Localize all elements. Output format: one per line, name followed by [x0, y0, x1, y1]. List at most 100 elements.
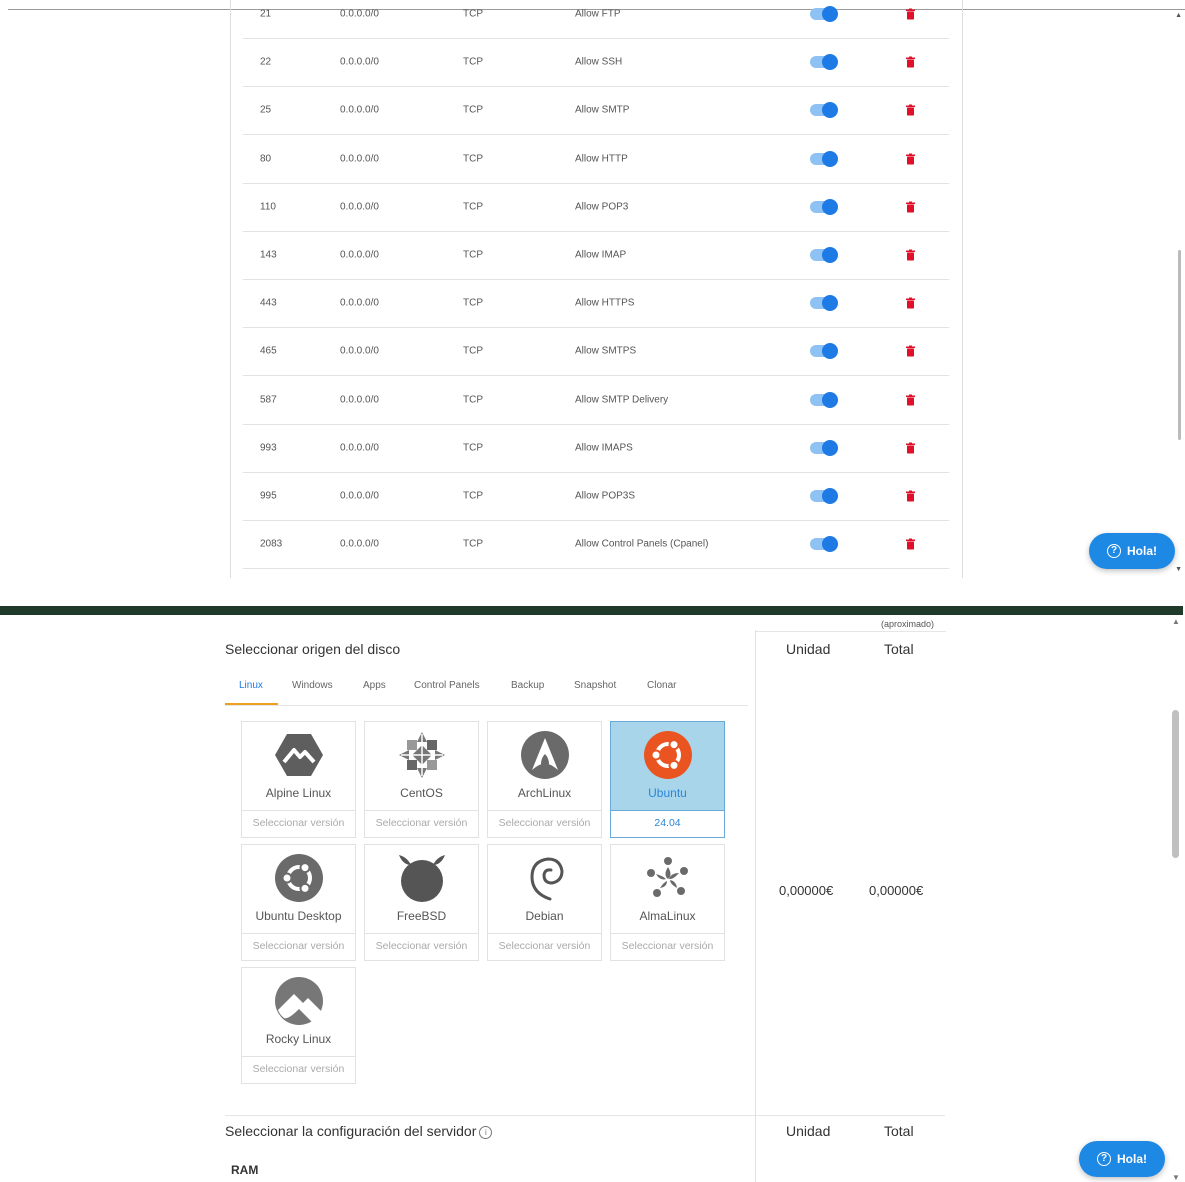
rule-source: 0.0.0.0/0: [340, 297, 379, 309]
unit-column-header: Unidad: [786, 641, 831, 657]
rule-enabled-toggle[interactable]: [810, 536, 838, 553]
trash-icon[interactable]: [906, 538, 915, 550]
firewall-rule-row: 995 0.0.0.0/0 TCP Allow POP3S: [243, 472, 949, 521]
firewall-rule-row: 80 0.0.0.0/0 TCP Allow HTTP: [243, 135, 949, 184]
os-version-select[interactable]: 24.04: [610, 810, 725, 838]
rule-description: Allow SMTPS: [575, 345, 637, 357]
os-card-debian[interactable]: Debian Seleccionar versión: [487, 844, 602, 961]
firewall-rule-row: 993 0.0.0.0/0 TCP Allow IMAPS: [243, 424, 949, 473]
freebsd-logo-icon: [397, 853, 447, 903]
rule-source: 0.0.0.0/0: [340, 442, 379, 454]
tab-linux[interactable]: Linux: [239, 680, 263, 691]
os-card-freebsd[interactable]: FreeBSD Seleccionar versión: [364, 844, 479, 961]
os-name: Rocky Linux: [265, 1032, 332, 1046]
rule-source: 0.0.0.0/0: [340, 201, 379, 213]
tab-clonar[interactable]: Clonar: [647, 680, 676, 691]
tab-windows[interactable]: Windows: [292, 680, 333, 691]
rule-enabled-toggle[interactable]: [810, 102, 838, 119]
os-version-select[interactable]: Seleccionar versión: [487, 810, 602, 838]
firewall-rule-row: 443 0.0.0.0/0 TCP Allow HTTPS: [243, 279, 949, 329]
trash-icon[interactable]: [906, 56, 915, 68]
os-version-select[interactable]: Seleccionar versión: [487, 933, 602, 961]
rule-enabled-toggle[interactable]: [810, 439, 838, 456]
os-version-select[interactable]: Seleccionar versión: [241, 1056, 356, 1084]
rule-port: 22: [260, 56, 272, 68]
rule-port: 21: [260, 8, 272, 20]
rule-description: Allow FTP: [575, 8, 621, 20]
firewall-rule-row: 587 0.0.0.0/0 TCP Allow SMTP Delivery: [243, 376, 949, 425]
os-card-almalinux[interactable]: AlmaLinux Seleccionar versión: [610, 844, 725, 961]
trash-icon[interactable]: [906, 153, 915, 165]
tab-backup[interactable]: Backup: [511, 680, 544, 691]
scrollbar[interactable]: [1178, 0, 1182, 580]
disk-total-price: 0,00000€: [869, 883, 924, 898]
tab-control-panels[interactable]: Control Panels: [414, 680, 480, 691]
os-card-ubuntu-desktop[interactable]: Ubuntu Desktop Seleccionar versión: [241, 844, 356, 961]
scrollbar-thumb[interactable]: [1172, 710, 1179, 858]
chat-help-button[interactable]: ? Hola!: [1089, 533, 1175, 569]
trash-icon[interactable]: [906, 201, 915, 213]
rule-protocol: TCP: [463, 345, 483, 357]
scroll-up-arrow-icon[interactable]: ▲: [1172, 617, 1180, 626]
rule-enabled-toggle[interactable]: [810, 391, 838, 408]
info-icon[interactable]: i: [479, 1125, 493, 1139]
scroll-down-arrow-icon[interactable]: ▼: [1175, 566, 1182, 573]
os-name: Debian: [525, 909, 564, 923]
scrollbar-thumb[interactable]: [1178, 250, 1181, 440]
firewall-rule-row: 21 0.0.0.0/0 TCP Allow FTP: [243, 0, 949, 39]
ubuntu-logo-icon: [643, 730, 693, 780]
rule-enabled-toggle[interactable]: [810, 54, 838, 71]
rule-description: Allow HTTPS: [575, 297, 635, 309]
trash-icon[interactable]: [906, 490, 915, 502]
rule-description: Allow POP3: [575, 201, 629, 213]
os-card-archlinux[interactable]: ArchLinux Seleccionar versión: [487, 721, 602, 838]
rule-enabled-toggle[interactable]: [810, 343, 838, 360]
rule-enabled-toggle[interactable]: [810, 295, 838, 312]
os-card-ubuntu[interactable]: Ubuntu 24.04: [610, 721, 725, 838]
trash-icon[interactable]: [906, 249, 915, 261]
server-config-title-text: Seleccionar la configuración del servido…: [225, 1123, 477, 1139]
rule-enabled-toggle[interactable]: [810, 198, 838, 215]
rule-protocol: TCP: [463, 490, 483, 502]
os-card-rocky-linux[interactable]: Rocky Linux Seleccionar versión: [241, 967, 356, 1084]
disk-source-tabs: Linux Windows Apps Control Panels Backup…: [225, 675, 748, 706]
rule-port: 465: [260, 345, 277, 357]
rule-enabled-toggle[interactable]: [810, 6, 838, 22]
os-version-select[interactable]: Seleccionar versión: [364, 810, 479, 838]
trash-icon[interactable]: [906, 104, 915, 116]
rule-protocol: TCP: [463, 8, 483, 20]
os-card-centos[interactable]: CentOS Seleccionar versión: [364, 721, 479, 838]
os-version-select[interactable]: Seleccionar versión: [241, 810, 356, 838]
rule-enabled-toggle[interactable]: [810, 150, 838, 167]
trash-icon[interactable]: [906, 345, 915, 357]
os-version-select[interactable]: Seleccionar versión: [610, 933, 725, 961]
tab-snapshot[interactable]: Snapshot: [574, 680, 616, 691]
rule-enabled-toggle[interactable]: [810, 488, 838, 504]
os-card-alpine-linux[interactable]: Alpine Linux Seleccionar versión: [241, 721, 356, 838]
scroll-down-arrow-icon[interactable]: ▼: [1172, 1173, 1180, 1182]
os-version-select[interactable]: Seleccionar versión: [241, 933, 356, 961]
tab-apps[interactable]: Apps: [363, 680, 386, 691]
rule-protocol: TCP: [463, 394, 483, 406]
trash-icon[interactable]: [906, 442, 915, 454]
rule-protocol: TCP: [463, 538, 483, 550]
server-config-panel: (aproximado) Seleccionar origen del disc…: [0, 615, 1185, 1182]
os-version-select[interactable]: Seleccionar versión: [364, 933, 479, 961]
os-name: Alpine Linux: [265, 786, 332, 800]
os-name: Ubuntu Desktop: [255, 909, 342, 923]
trash-icon[interactable]: [906, 8, 915, 20]
ubuntu-desktop-logo-icon: [274, 853, 324, 903]
chat-help-button[interactable]: ? Hola!: [1079, 1141, 1165, 1177]
rule-enabled-toggle[interactable]: [810, 247, 838, 263]
scroll-up-arrow-icon[interactable]: ▲: [1175, 12, 1182, 19]
rule-source: 0.0.0.0/0: [340, 394, 379, 406]
rule-source: 0.0.0.0/0: [340, 249, 379, 261]
trash-icon[interactable]: [906, 394, 915, 406]
firewall-rule-row: 465 0.0.0.0/0 TCP Allow SMTPS: [243, 327, 949, 377]
rule-protocol: TCP: [463, 297, 483, 309]
rule-source: 0.0.0.0/0: [340, 153, 379, 165]
rule-description: Allow HTTP: [575, 153, 628, 165]
rule-port: 143: [260, 249, 277, 261]
rule-source: 0.0.0.0/0: [340, 56, 379, 68]
trash-icon[interactable]: [906, 297, 915, 309]
